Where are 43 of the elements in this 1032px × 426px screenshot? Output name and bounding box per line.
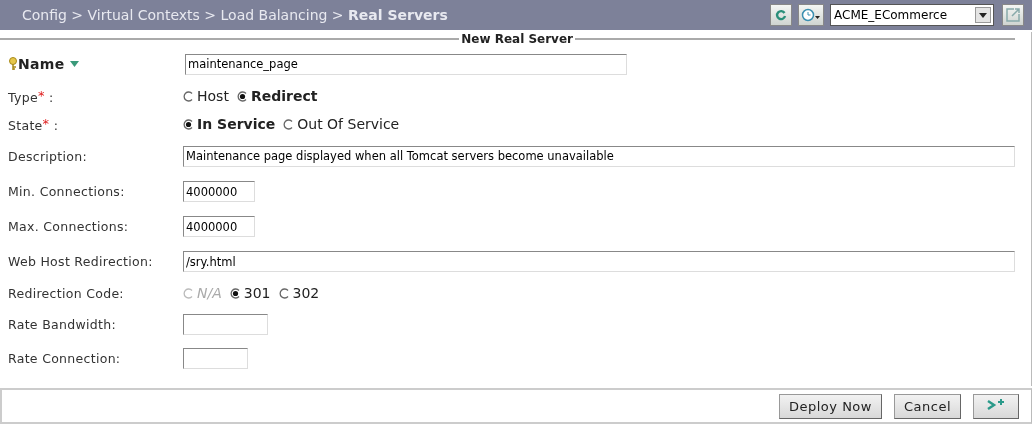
field-label: Rate Bandwidth:	[8, 317, 116, 332]
next-add-icon	[985, 397, 1007, 412]
refresh-icon	[775, 9, 787, 21]
radio-option[interactable]: 301	[229, 285, 271, 301]
input-field[interactable]: /sry.html	[183, 251, 1015, 272]
radio-icon[interactable]	[283, 118, 295, 130]
radio-option[interactable]: Redirect	[236, 88, 318, 104]
refresh-button[interactable]	[770, 4, 792, 26]
field-label: Redirection Code:	[8, 285, 124, 301]
input-field[interactable]: 4000000	[183, 216, 255, 237]
radio-option[interactable]: Host	[183, 88, 229, 104]
form-title: New Real Server	[460, 32, 574, 46]
field-label: Name	[18, 56, 65, 72]
radio-option[interactable]: In Service	[183, 116, 276, 132]
radio-icon[interactable]	[183, 118, 194, 130]
footer-button[interactable]: Deploy Now	[779, 393, 882, 419]
key-icon	[8, 57, 18, 71]
radio-option[interactable]: 302	[278, 285, 320, 301]
field-label: Web Host Redirection:	[8, 254, 153, 269]
clock-icon	[801, 8, 821, 22]
input-field[interactable]	[183, 348, 248, 369]
external-link-icon	[1005, 7, 1021, 23]
field-label: Max. Connections:	[8, 219, 129, 234]
field-label: Min. Connections:	[8, 184, 125, 199]
radio-icon[interactable]	[183, 90, 194, 102]
clock-button[interactable]	[798, 4, 824, 26]
radio-option[interactable]: Out Of Service	[283, 116, 400, 132]
breadcrumb: Config > Virtual Contexts > Load Balancing > Real Servers	[22, 7, 449, 23]
input-field[interactable]: Maintenance page displayed when all Tomcat servers become unavailable	[183, 145, 1015, 167]
next-button[interactable]	[973, 393, 1019, 419]
footer-button[interactable]: Cancel	[893, 393, 961, 419]
caret-icon[interactable]	[70, 61, 80, 67]
caret-icon	[975, 7, 991, 23]
input-field[interactable]: maintenance_page	[185, 53, 627, 75]
input-field[interactable]: 4000000	[183, 181, 255, 202]
radio-icon[interactable]	[236, 90, 248, 102]
field-label: Description:	[8, 148, 87, 164]
input-field[interactable]	[183, 314, 268, 335]
radio-icon[interactable]	[229, 287, 241, 299]
context-select[interactable]: ACME_ECommerce	[830, 4, 994, 26]
external-window-button[interactable]	[1002, 4, 1024, 26]
field-label: Rate Connection:	[8, 351, 121, 366]
radio-icon[interactable]	[278, 287, 290, 299]
